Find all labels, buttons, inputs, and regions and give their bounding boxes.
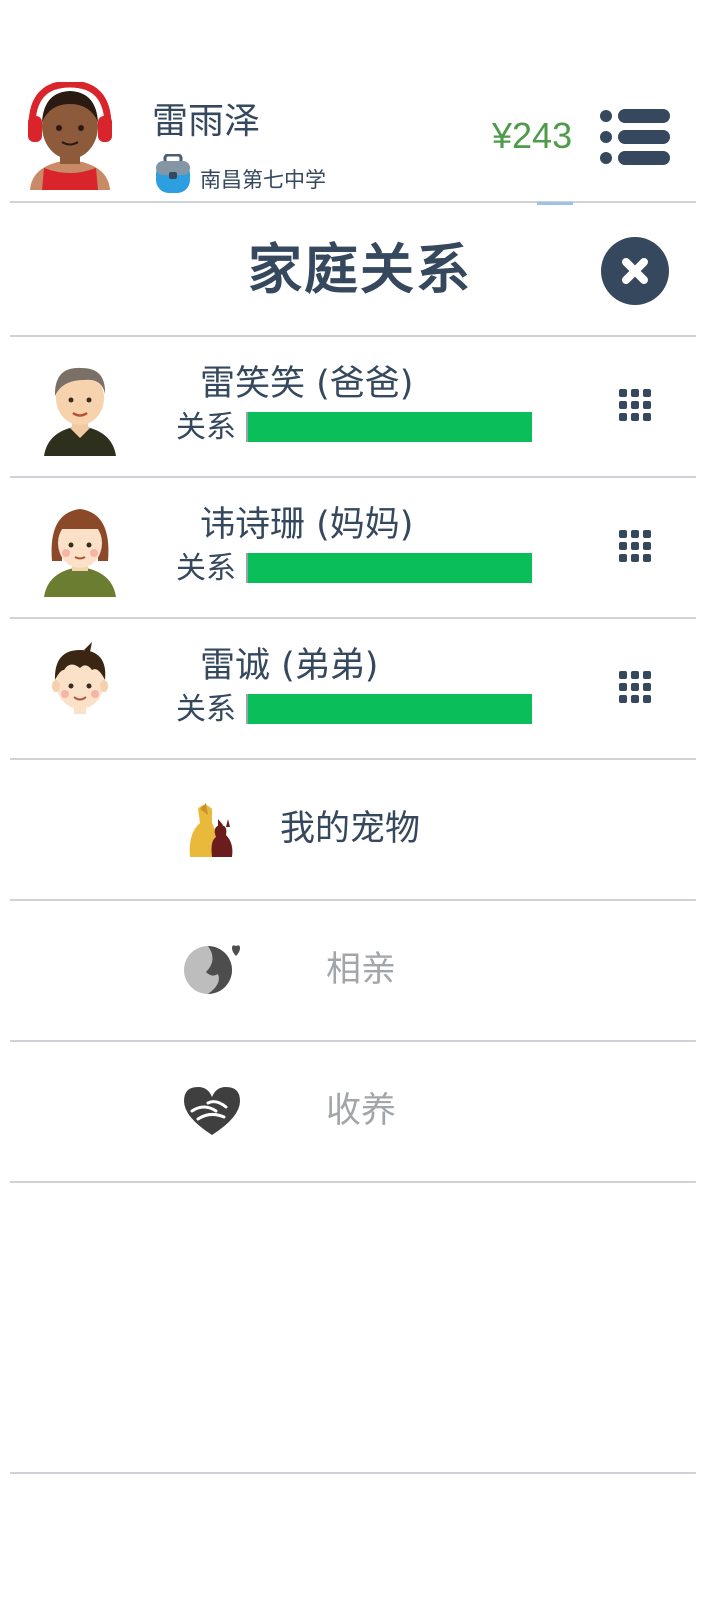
player-name: 雷雨泽 [152, 101, 261, 142]
list-menu-icon[interactable] [598, 108, 672, 166]
relation-bar [246, 412, 532, 442]
family-member-row: 讳诗珊 (妈妈) 关系 [10, 477, 696, 617]
adoption-heart-icon [182, 1081, 242, 1141]
brother-avatar [40, 640, 120, 738]
relation-label: 关系 [176, 410, 236, 445]
relation-label: 关系 [176, 692, 236, 727]
adoption-button[interactable]: 收养 [10, 1041, 696, 1181]
close-icon [622, 258, 648, 284]
my-pets-button[interactable]: 我的宠物 [10, 759, 696, 899]
header-divider [10, 201, 696, 203]
pet-dog-icon [182, 799, 242, 859]
relation-label: 关系 [176, 551, 236, 586]
member-options-icon[interactable] [618, 670, 652, 704]
member-name: 雷诚 (弟弟) [200, 646, 379, 686]
member-name: 雷笑笑 (爸爸) [200, 364, 414, 404]
money-balance: ¥243 [492, 115, 573, 156]
mother-avatar [40, 499, 120, 597]
close-button[interactable] [601, 237, 669, 305]
school-name: 南昌第七中学 [200, 168, 326, 192]
player-avatar[interactable] [26, 80, 114, 190]
relation-bar-fill [248, 412, 532, 442]
father-avatar [40, 358, 120, 456]
member-name: 讳诗珊 (妈妈) [200, 505, 414, 545]
member-options-icon[interactable] [618, 388, 652, 422]
feature-label: 相亲 [326, 950, 397, 990]
family-member-row: 雷诚 (弟弟) 关系 [10, 618, 696, 758]
relation-bar-fill [248, 553, 532, 583]
school-bag-icon [155, 153, 191, 194]
member-options-icon[interactable] [618, 529, 652, 563]
family-member-row: 雷笑笑 (爸爸) 关系 [10, 336, 696, 476]
feature-label: 我的宠物 [280, 809, 421, 849]
relation-bar-fill [248, 694, 532, 724]
dating-icon [182, 940, 242, 1000]
bottom-divider [10, 1472, 696, 1474]
feature-label: 收养 [326, 1091, 397, 1131]
header-indicator [537, 202, 573, 205]
divider [10, 1181, 696, 1183]
relation-bar [246, 553, 532, 583]
relation-bar [246, 694, 532, 724]
dating-button[interactable]: 相亲 [10, 900, 696, 1040]
